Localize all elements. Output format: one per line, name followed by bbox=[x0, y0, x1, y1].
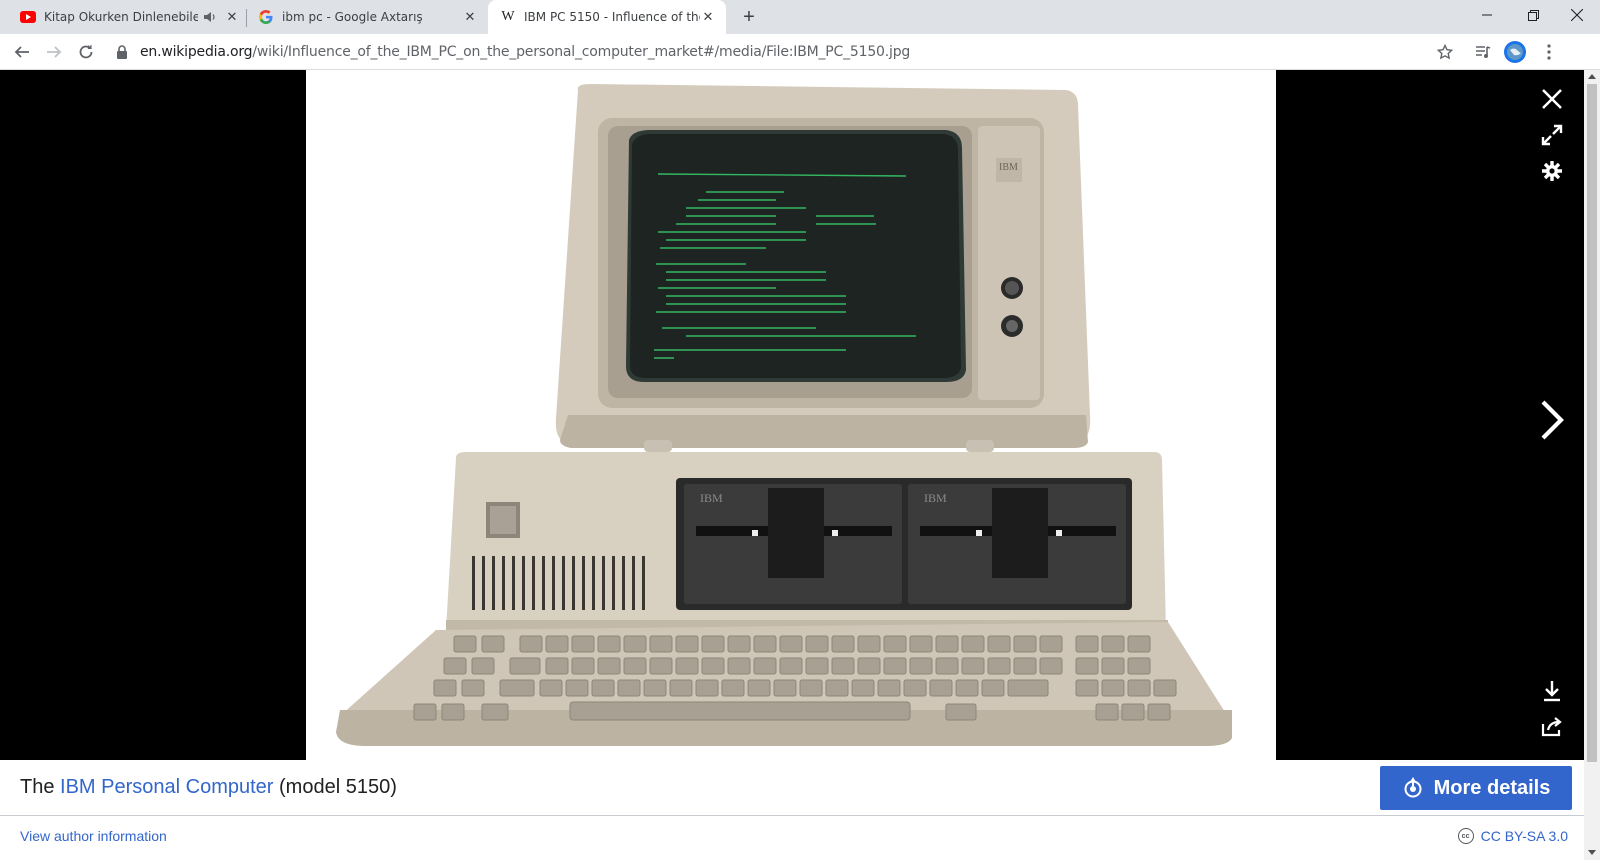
tab-youtube[interactable]: Kitap Okurken Dinlenebilecek ✕ bbox=[20, 0, 240, 34]
license-label: CC BY-SA 3.0 bbox=[1480, 828, 1568, 844]
media-viewer: IBM IBM IBM bbox=[0, 70, 1584, 760]
svg-text:IBM: IBM bbox=[999, 162, 1018, 173]
media-caption-bar: The IBM Personal Computer (model 5150) M… bbox=[0, 760, 1584, 816]
restore-icon[interactable] bbox=[1510, 0, 1556, 30]
fullscreen-icon[interactable] bbox=[1537, 120, 1567, 150]
media-image[interactable]: IBM IBM IBM bbox=[306, 70, 1276, 760]
youtube-icon bbox=[20, 9, 36, 25]
back-icon[interactable] bbox=[10, 40, 34, 64]
license-link[interactable]: cc CC BY-SA 3.0 bbox=[1457, 828, 1568, 844]
bookmark-star-icon[interactable] bbox=[1434, 41, 1456, 63]
reload-icon[interactable] bbox=[74, 40, 98, 64]
new-tab-icon[interactable]: + bbox=[738, 6, 760, 28]
svg-text:IBM: IBM bbox=[700, 491, 723, 505]
author-info-link[interactable]: View author information bbox=[20, 828, 167, 844]
profile-avatar[interactable] bbox=[1504, 41, 1526, 63]
settings-gear-icon[interactable] bbox=[1537, 156, 1567, 186]
google-icon bbox=[258, 9, 274, 25]
lock-icon[interactable] bbox=[116, 45, 128, 59]
commons-logo-icon bbox=[1402, 777, 1424, 799]
close-tab-icon[interactable]: ✕ bbox=[224, 9, 240, 25]
media-footer: View author information cc CC BY-SA 3.0 bbox=[0, 816, 1584, 860]
tab-strip: Kitap Okurken Dinlenebilecek ✕ ibm pc - … bbox=[0, 0, 1600, 34]
next-image-icon[interactable] bbox=[1534, 396, 1570, 444]
scrollbar-thumb[interactable] bbox=[1587, 84, 1597, 762]
forward-icon[interactable] bbox=[42, 40, 66, 64]
url-text: en.wikipedia.org/wiki/Influence_of_the_I… bbox=[140, 44, 911, 60]
creative-commons-icon: cc bbox=[1457, 828, 1474, 844]
tab-title: Kitap Okurken Dinlenebilecek bbox=[44, 10, 198, 24]
scroll-down-icon[interactable] bbox=[1588, 850, 1596, 855]
tab-title: IBM PC 5150 - Influence of the IBM bbox=[524, 10, 700, 24]
more-details-label: More details bbox=[1433, 776, 1551, 799]
close-tab-icon[interactable]: ✕ bbox=[462, 9, 478, 25]
svg-text:IBM: IBM bbox=[924, 491, 947, 505]
address-bar[interactable]: en.wikipedia.org/wiki/Influence_of_the_I… bbox=[108, 37, 1470, 67]
more-details-button[interactable]: More details bbox=[1380, 766, 1572, 810]
scroll-up-icon[interactable] bbox=[1588, 74, 1596, 79]
tab-separator bbox=[246, 9, 247, 27]
browser-toolbar: en.wikipedia.org/wiki/Influence_of_the_I… bbox=[0, 34, 1600, 70]
tab-wikipedia[interactable]: W IBM PC 5150 - Influence of the IBM ✕ bbox=[488, 0, 726, 34]
media-control-icon[interactable] bbox=[1472, 41, 1494, 63]
page-scrollbar[interactable] bbox=[1584, 70, 1600, 860]
wikipedia-icon: W bbox=[501, 9, 515, 24]
caption-link[interactable]: IBM Personal Computer bbox=[60, 776, 273, 798]
close-window-icon[interactable] bbox=[1554, 0, 1600, 30]
menu-kebab-icon[interactable] bbox=[1538, 41, 1560, 63]
close-tab-icon[interactable]: ✕ bbox=[700, 9, 716, 25]
tab-google[interactable]: ibm pc - Google Axtarış ✕ bbox=[258, 0, 478, 34]
share-icon[interactable] bbox=[1537, 712, 1567, 742]
download-icon[interactable] bbox=[1537, 676, 1567, 706]
minimize-icon[interactable] bbox=[1464, 0, 1510, 30]
speaker-icon[interactable] bbox=[202, 9, 218, 25]
media-caption: The IBM Personal Computer (model 5150) bbox=[20, 776, 397, 798]
close-viewer-icon[interactable] bbox=[1537, 84, 1567, 114]
tab-title: ibm pc - Google Axtarış bbox=[282, 10, 423, 24]
